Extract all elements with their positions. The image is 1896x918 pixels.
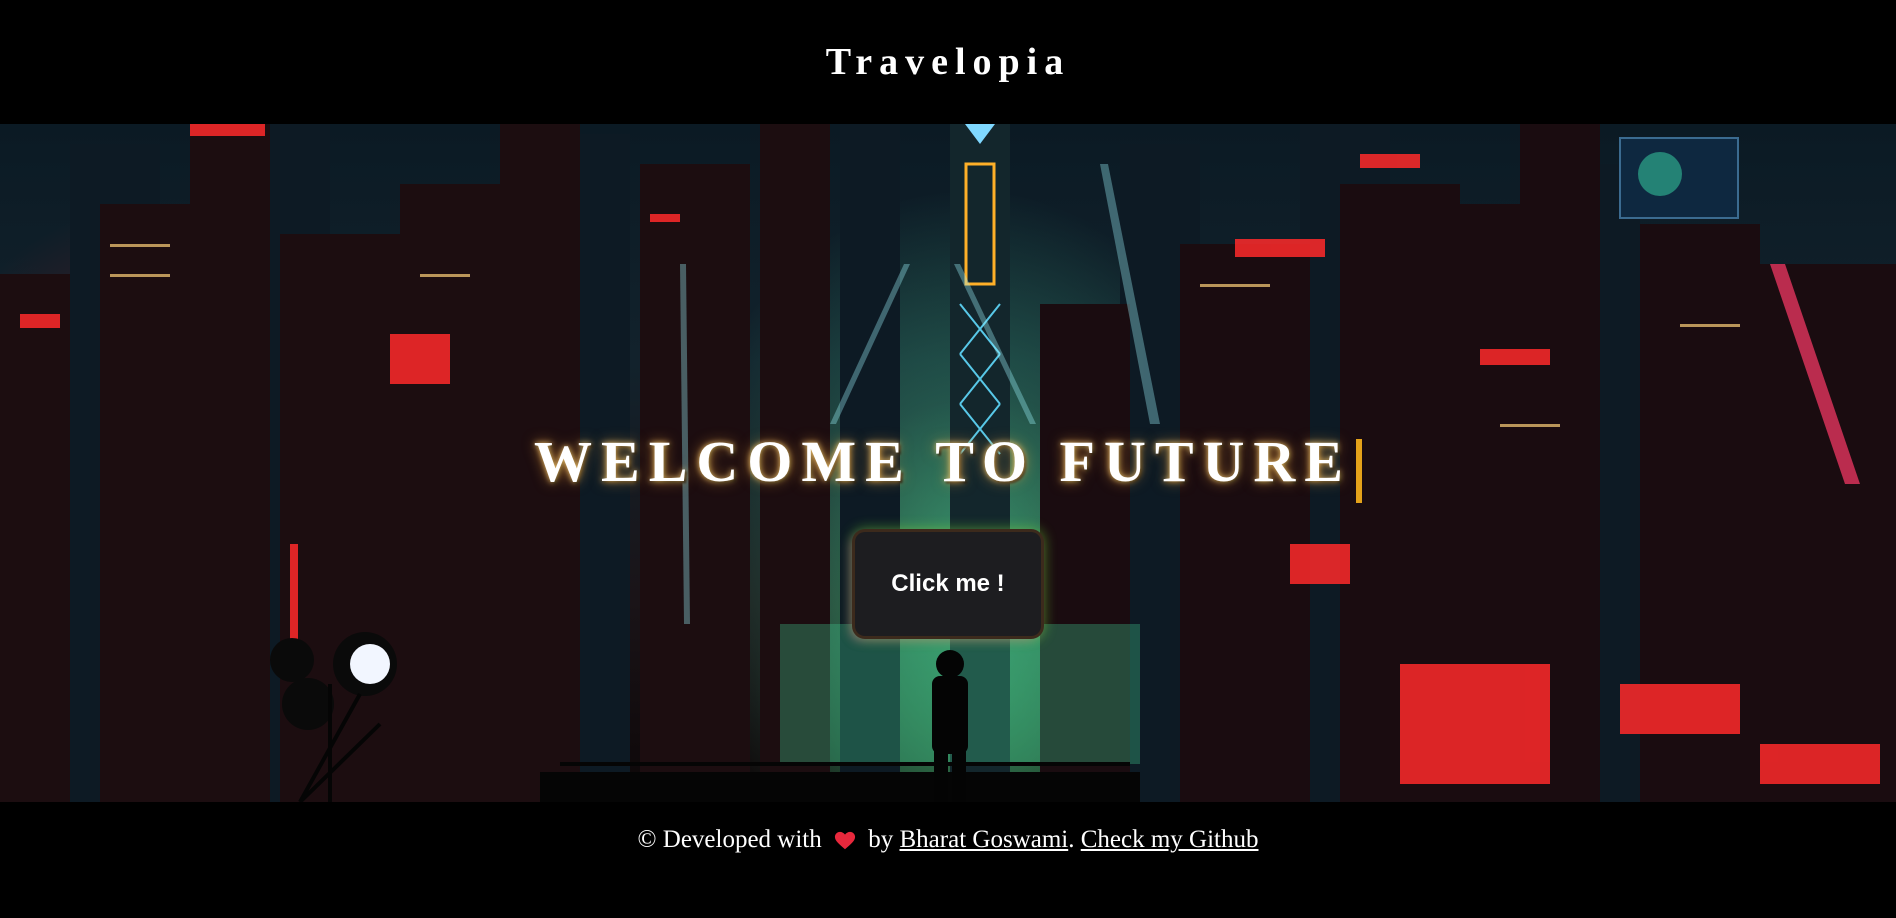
heart-icon (834, 832, 856, 850)
brand-title: Travelopia (825, 41, 1071, 83)
click-me-button[interactable]: Click me ! (855, 532, 1041, 636)
site-footer: © Developed with by Bharat Goswami. Chec… (0, 802, 1896, 918)
site-header: Travelopia (0, 0, 1896, 124)
footer-separator: . (1068, 826, 1075, 853)
github-link[interactable]: Check my Github (1081, 826, 1259, 853)
author-link[interactable]: Bharat Goswami (900, 826, 1069, 853)
typing-cursor (1355, 439, 1362, 504)
footer-credits: © Developed with by Bharat Goswami. Chec… (0, 826, 1896, 854)
footer-prefix: © Developed with (637, 826, 822, 853)
hero-section: WELCOME TO FUTURE Click me ! (0, 124, 1896, 802)
headline-text: WELCOME TO FUTURE (534, 429, 1352, 494)
footer-by: by (868, 826, 894, 853)
hero-headline: WELCOME TO FUTURE (0, 428, 1896, 509)
